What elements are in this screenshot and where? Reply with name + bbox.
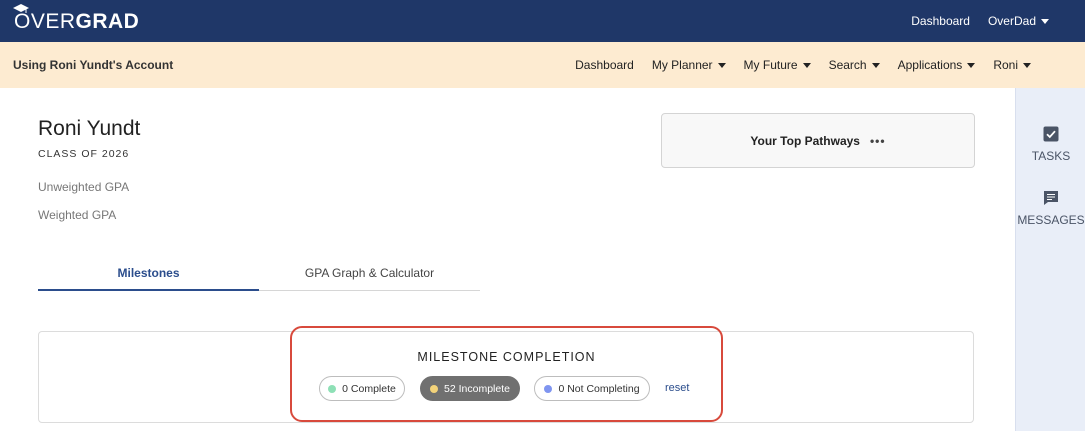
nav-my-future-label: My Future xyxy=(743,58,798,72)
chevron-down-icon xyxy=(871,62,880,68)
tasks-button[interactable]: TASKS xyxy=(1016,126,1085,163)
filter-complete-label: 0 Complete xyxy=(342,382,396,395)
chevron-down-icon xyxy=(802,62,811,68)
tab-milestones[interactable]: Milestones xyxy=(38,256,259,291)
not-completing-status-dot-icon xyxy=(544,384,553,393)
nav-applications-label: Applications xyxy=(897,58,963,72)
tasks-label: TASKS xyxy=(1031,149,1071,163)
chevron-down-icon xyxy=(1041,18,1049,24)
filter-complete-button[interactable]: 0 Complete xyxy=(319,376,405,401)
account-context-label: Using Roni Yundt's Account xyxy=(13,58,174,72)
filter-not-completing-button[interactable]: 0 Not Completing xyxy=(534,376,650,401)
nav-my-future-menu[interactable]: My Future xyxy=(744,58,811,72)
nav-search-label: Search xyxy=(828,58,867,72)
nav-applications-menu[interactable]: Applications xyxy=(898,58,976,72)
student-name: Roni Yundt xyxy=(38,117,141,140)
overgrad-logo[interactable]: OVER GRAD xyxy=(13,4,140,35)
filter-incomplete-button[interactable]: 52 Incomplete xyxy=(420,376,520,401)
top-pathways-title: Your Top Pathways xyxy=(750,133,860,148)
nav-my-planner-label: My Planner xyxy=(651,58,713,72)
top-pathways-card: Your Top Pathways ••• xyxy=(661,113,975,168)
more-options-icon[interactable]: ••• xyxy=(870,134,886,148)
nav-search-menu[interactable]: Search xyxy=(829,58,880,72)
top-nav: Dashboard OverDad xyxy=(911,0,1049,42)
user-menu-label: OverDad xyxy=(987,14,1036,28)
user-menu[interactable]: OverDad xyxy=(988,14,1049,28)
logo-grad-text: GRAD xyxy=(75,10,140,33)
messages-label: MESSAGES xyxy=(1017,213,1085,227)
top-navbar: OVER GRAD Dashboard OverDad xyxy=(0,0,1085,42)
chevron-down-icon xyxy=(717,62,726,68)
checkbox-icon xyxy=(1043,126,1059,142)
unweighted-gpa-label: Unweighted GPA xyxy=(38,180,130,194)
complete-status-dot-icon xyxy=(328,384,337,393)
class-of-label: CLASS OF 2026 xyxy=(38,148,130,160)
profile-tabs: Milestones GPA Graph & Calculator xyxy=(38,256,480,291)
highlight-annotation-box xyxy=(290,326,723,422)
chevron-down-icon xyxy=(1023,62,1031,68)
weighted-gpa-label: Weighted GPA xyxy=(38,208,117,222)
nav-student-menu[interactable]: Roni xyxy=(993,58,1031,72)
account-nav: Dashboard My Planner My Future Search Ap… xyxy=(575,42,1031,88)
message-icon xyxy=(1044,191,1058,205)
milestone-completion-title: MILESTONE COMPLETION xyxy=(417,350,596,364)
nav-my-planner-menu[interactable]: My Planner xyxy=(652,58,726,72)
account-bar: Using Roni Yundt's Account Dashboard My … xyxy=(0,42,1085,88)
filter-not-completing-label: 0 Not Completing xyxy=(558,382,640,395)
messages-button[interactable]: MESSAGES xyxy=(1016,190,1085,227)
nav-student-label: Roni xyxy=(993,58,1018,72)
reset-filters-link[interactable]: reset xyxy=(665,382,689,394)
nav-dashboard-link[interactable]: Dashboard xyxy=(575,58,634,72)
filter-incomplete-label: 52 Incomplete xyxy=(444,382,510,395)
incomplete-status-dot-icon xyxy=(430,384,439,393)
chevron-down-icon xyxy=(967,62,976,68)
graduation-cap-icon xyxy=(13,4,29,13)
top-nav-dashboard-link[interactable]: Dashboard xyxy=(911,14,970,28)
tab-gpa-graph-calculator[interactable]: GPA Graph & Calculator xyxy=(259,256,480,290)
right-side-panel: TASKS MESSAGES xyxy=(1015,88,1085,431)
